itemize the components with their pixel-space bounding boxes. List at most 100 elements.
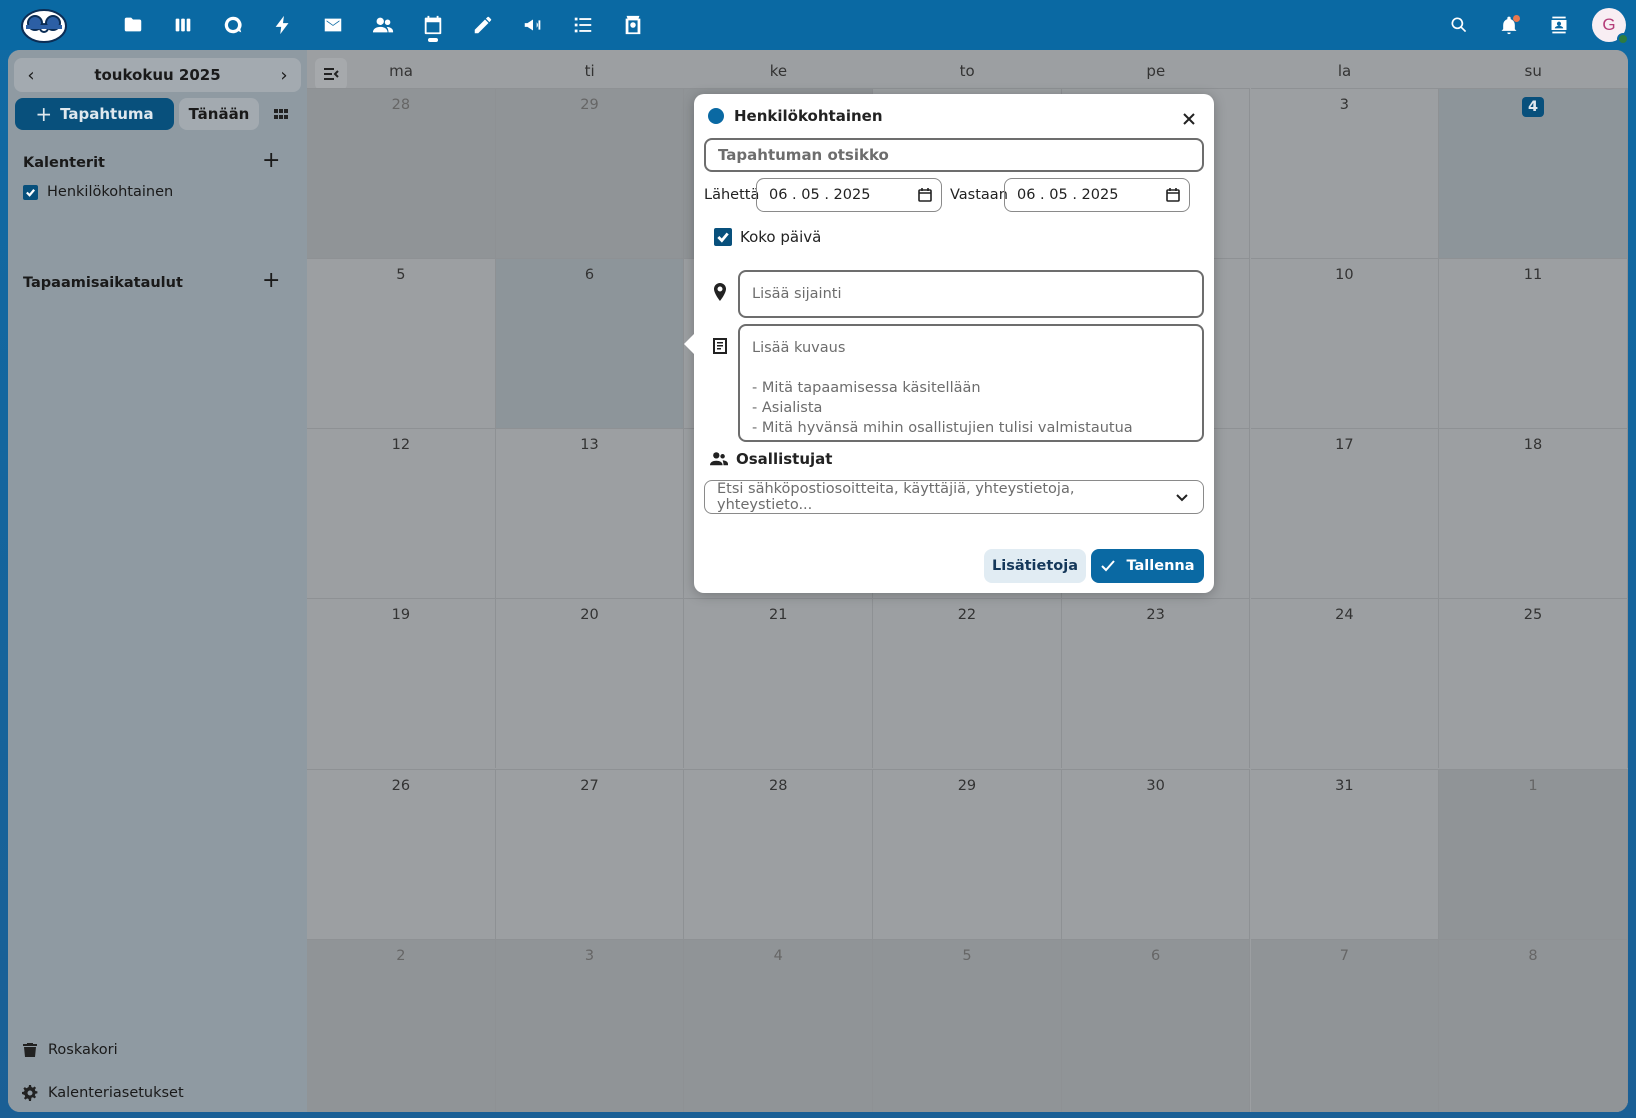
attendees-search-select[interactable]: Etsi sähköpostiosoitteita, käyttäjiä, yh…: [704, 480, 1204, 514]
day-number[interactable]: 23: [1062, 607, 1250, 623]
tasks-icon[interactable]: [558, 0, 608, 50]
day-cell[interactable]: 6: [495, 258, 685, 428]
day-number[interactable]: 5: [307, 267, 495, 283]
day-cell[interactable]: 25: [1439, 598, 1628, 768]
day-cell[interactable]: 18: [1439, 428, 1628, 598]
notes-icon[interactable]: [458, 0, 508, 50]
calendar-icon[interactable]: [408, 0, 458, 50]
day-number[interactable]: 8: [1439, 948, 1627, 964]
save-button[interactable]: Tallenna: [1091, 549, 1204, 583]
day-number[interactable]: 17: [1251, 437, 1439, 453]
event-title-input[interactable]: Tapahtuman otsikko: [704, 138, 1204, 172]
day-number[interactable]: 6: [496, 267, 684, 283]
day-number[interactable]: 13: [496, 437, 684, 453]
day-number[interactable]: 31: [1251, 778, 1439, 794]
day-cell[interactable]: 27: [495, 769, 685, 939]
day-number[interactable]: 4: [684, 948, 872, 964]
day-number[interactable]: 4: [1439, 97, 1627, 117]
search-icon[interactable]: [1434, 0, 1484, 50]
day-cell[interactable]: 30: [1061, 769, 1251, 939]
notifications-icon[interactable]: [1484, 0, 1534, 50]
day-cell[interactable]: 31: [1250, 769, 1440, 939]
day-number[interactable]: 30: [1062, 778, 1250, 794]
day-cell[interactable]: 23: [1061, 598, 1251, 768]
day-number[interactable]: 18: [1439, 437, 1627, 453]
files-icon[interactable]: [108, 0, 158, 50]
day-cell[interactable]: 3: [1250, 88, 1440, 258]
day-number[interactable]: 26: [307, 778, 495, 794]
day-cell[interactable]: 4: [684, 939, 874, 1112]
checkbox-icon[interactable]: [714, 228, 732, 246]
day-number[interactable]: 29: [873, 778, 1061, 794]
day-cell[interactable]: 29: [495, 88, 685, 258]
day-number[interactable]: 25: [1439, 607, 1627, 623]
day-number[interactable]: 20: [496, 607, 684, 623]
day-number[interactable]: 3: [1251, 97, 1439, 113]
trash-item[interactable]: Roskakori: [22, 1042, 118, 1058]
day-number[interactable]: 21: [684, 607, 872, 623]
day-number[interactable]: 11: [1439, 267, 1627, 283]
day-number[interactable]: 3: [496, 948, 684, 964]
start-date-input[interactable]: 06 . 05 . 2025: [756, 178, 942, 212]
day-number[interactable]: 29: [496, 97, 684, 113]
day-number[interactable]: 2: [307, 948, 495, 964]
more-details-button[interactable]: Lisätietoja: [984, 549, 1086, 583]
all-day-checkbox[interactable]: Koko päivä: [714, 228, 821, 246]
day-cell[interactable]: 28: [307, 88, 496, 258]
avatar[interactable]: G: [1592, 8, 1629, 45]
day-cell[interactable]: 13: [495, 428, 685, 598]
day-number[interactable]: 10: [1251, 267, 1439, 283]
previous-month-button[interactable]: ‹: [14, 58, 48, 92]
location-input[interactable]: Lisää sijainti: [738, 270, 1204, 318]
day-number[interactable]: 19: [307, 607, 495, 623]
calendar-item-personal[interactable]: Henkilökohtainen: [23, 184, 173, 200]
end-date-input[interactable]: 06 . 05 . 2025: [1004, 178, 1190, 212]
day-cell[interactable]: 8: [1439, 939, 1628, 1112]
talk-icon[interactable]: [208, 0, 258, 50]
day-number[interactable]: 22: [873, 607, 1061, 623]
day-cell[interactable]: 28: [684, 769, 874, 939]
day-cell[interactable]: 3: [495, 939, 685, 1112]
day-cell[interactable]: 12: [307, 428, 496, 598]
view-grid-icon[interactable]: [264, 98, 298, 130]
add-calendar-button[interactable]: +: [262, 150, 280, 172]
today-button[interactable]: Tänään: [179, 98, 259, 130]
day-cell[interactable]: 26: [307, 769, 496, 939]
day-cell[interactable]: 11: [1439, 258, 1628, 428]
description-input[interactable]: Lisää kuvaus - Mitä tapaamisessa käsitel…: [738, 324, 1204, 442]
new-event-button[interactable]: + Tapahtuma: [15, 98, 174, 130]
settings-item[interactable]: Kalenteriasetukset: [22, 1085, 184, 1101]
day-cell[interactable]: 4: [1439, 88, 1628, 258]
day-cell[interactable]: 21: [684, 598, 874, 768]
day-cell[interactable]: 1: [1439, 769, 1628, 939]
day-number[interactable]: 28: [307, 97, 495, 113]
day-cell[interactable]: 20: [495, 598, 685, 768]
day-number[interactable]: 27: [496, 778, 684, 794]
day-cell[interactable]: 2: [307, 939, 496, 1112]
contacts-menu-icon[interactable]: [1534, 0, 1584, 50]
day-cell[interactable]: 29: [873, 769, 1062, 939]
day-cell[interactable]: 7: [1250, 939, 1440, 1112]
day-cell[interactable]: 17: [1250, 428, 1440, 598]
today-date-badge[interactable]: 4: [1521, 97, 1545, 117]
day-number[interactable]: 28: [684, 778, 872, 794]
day-cell[interactable]: 6: [1061, 939, 1251, 1112]
day-cell[interactable]: 19: [307, 598, 496, 768]
day-number[interactable]: 5: [873, 948, 1061, 964]
mail-icon[interactable]: [308, 0, 358, 50]
activity-icon[interactable]: [258, 0, 308, 50]
add-appointment-button[interactable]: +: [262, 270, 280, 292]
day-number[interactable]: 12: [307, 437, 495, 453]
checkbox-icon[interactable]: [23, 184, 38, 200]
day-cell[interactable]: 22: [873, 598, 1062, 768]
day-cell[interactable]: 5: [873, 939, 1062, 1112]
deck-icon[interactable]: [158, 0, 208, 50]
month-label[interactable]: toukokuu 2025: [94, 66, 220, 84]
contacts-icon[interactable]: [358, 0, 408, 50]
day-number[interactable]: 7: [1251, 948, 1439, 964]
cookbook-icon[interactable]: [608, 0, 658, 50]
day-number[interactable]: 1: [1439, 778, 1627, 794]
day-number[interactable]: 24: [1251, 607, 1439, 623]
calendar-picker[interactable]: Henkilökohtainen: [708, 107, 883, 125]
announcements-icon[interactable]: [508, 0, 558, 50]
